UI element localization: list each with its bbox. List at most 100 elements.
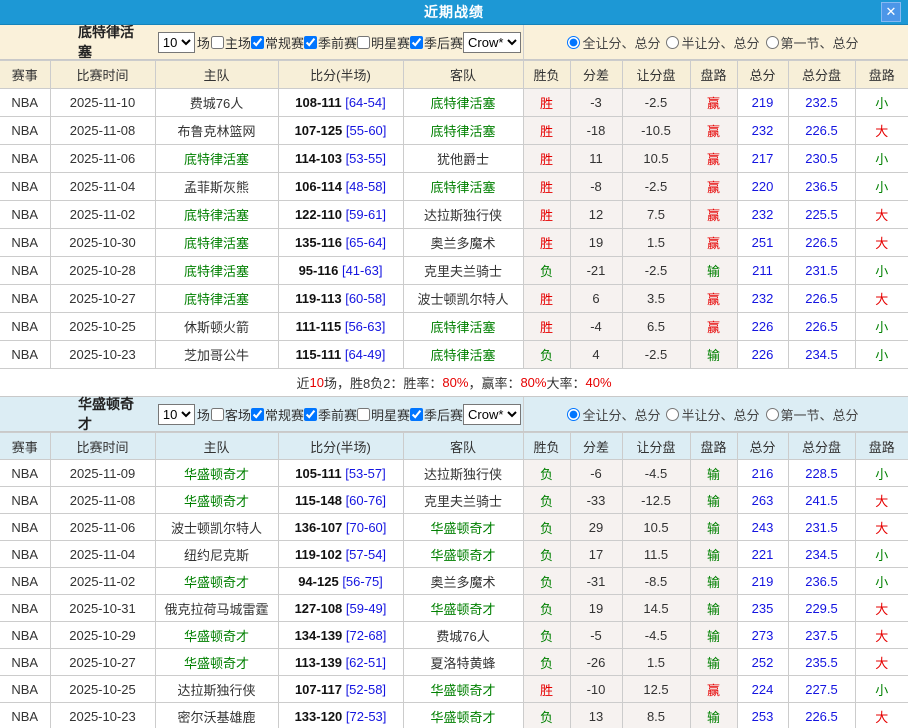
checkbox-input[interactable] [251,36,264,49]
date-cell: 2025-11-08 [50,117,155,145]
checkbox-label: 主场 [225,33,251,52]
checkbox-input[interactable] [304,36,317,49]
checkbox-input[interactable] [304,408,317,421]
checkbox-label: 常规赛 [265,33,304,52]
table-row: NBA2025-10-31俄克拉荷马城雷霆127-108 [59-49]华盛顿奇… [0,595,908,622]
radio-input[interactable] [567,36,580,49]
filter-checkbox-5[interactable]: 季后赛 [410,33,463,52]
filter-checkbox-5[interactable]: 季后赛 [410,405,463,424]
handicap-result-cell: 赢 [690,313,737,341]
checkbox-input[interactable] [410,36,423,49]
total-points-cell: 263 [737,487,788,514]
checkbox-input[interactable] [211,408,224,421]
checkbox-input[interactable] [357,408,370,421]
filter-checkbox-4[interactable]: 明星赛 [357,33,410,52]
date-cell: 2025-10-29 [50,622,155,649]
column-header: 比分(半场) [278,61,403,89]
radio-option-3[interactable]: 第一节、总分 [766,405,859,424]
league-cell: NBA [0,313,50,341]
column-header: 赛事 [0,61,50,89]
radio-option-2[interactable]: 半让分、总分 [666,33,759,52]
checkbox-input[interactable] [357,36,370,49]
column-header: 分差 [570,433,622,460]
home-team-cell: 底特律活塞 [155,145,278,173]
result-cell: 胜 [523,313,570,341]
filter-checkbox-1[interactable]: 主场 [211,33,251,52]
league-cell: NBA [0,595,50,622]
games-count-select[interactable]: 10 [158,404,195,425]
point-diff-cell: -3 [570,89,622,117]
radio-option-1[interactable]: 全让分、总分 [567,33,660,52]
radio-input[interactable] [666,408,679,421]
total-points-cell: 251 [737,229,788,257]
radio-option-2[interactable]: 半让分、总分 [666,405,759,424]
handicap-line-cell: -2.5 [622,89,690,117]
total-line-cell: 227.5 [788,676,855,703]
radio-input[interactable] [766,408,779,421]
checkbox-label: 季前赛 [318,33,357,52]
table-row: NBA2025-11-06波士顿凯尔特人136-107 [70-60]华盛顿奇才… [0,514,908,541]
summary-segment: 80% [442,375,468,390]
checkbox-label: 季后赛 [424,405,463,424]
total-line-cell: 231.5 [788,514,855,541]
score-cell: 133-120 [72-53] [278,703,403,728]
odds-company-select[interactable]: Crow* [463,32,521,53]
league-cell: NBA [0,201,50,229]
column-header: 主队 [155,433,278,460]
radio-option-1[interactable]: 全让分、总分 [567,405,660,424]
result-cell: 胜 [523,676,570,703]
result-cell: 负 [523,514,570,541]
total-line-cell: 237.5 [788,622,855,649]
results-table: 赛事比赛时间主队比分(半场)客队胜负分差让分盘盘路总分总分盘盘路NBA2025-… [0,60,908,369]
result-cell: 负 [523,649,570,676]
radio-label: 第一节、总分 [781,33,859,52]
radio-input[interactable] [666,36,679,49]
games-count-select[interactable]: 10 [158,32,195,53]
home-team-cell: 芝加哥公牛 [155,341,278,369]
checkbox-label: 季后赛 [424,33,463,52]
radio-input[interactable] [567,408,580,421]
filter-checkbox-3[interactable]: 季前赛 [304,405,357,424]
home-team-cell: 波士顿凯尔特人 [155,514,278,541]
league-cell: NBA [0,257,50,285]
team-name-label: 底特律活塞 [78,22,148,62]
radio-option-3[interactable]: 第一节、总分 [766,33,859,52]
home-team-cell: 纽约尼克斯 [155,541,278,568]
filter-checkbox-1[interactable]: 客场 [211,405,251,424]
filter-checkbox-4[interactable]: 明星赛 [357,405,410,424]
radio-input[interactable] [766,36,779,49]
point-diff-cell: -26 [570,649,622,676]
checkbox-input[interactable] [410,408,423,421]
table-row: NBA2025-11-04纽约尼克斯119-102 [57-54]华盛顿奇才负1… [0,541,908,568]
result-cell: 负 [523,622,570,649]
over-under-cell: 小 [855,460,908,487]
score-cell: 106-114 [48-58] [278,173,403,201]
score-cell: 115-111 [64-49] [278,341,403,369]
summary-segment: 10 [309,375,323,390]
home-team-cell: 底特律活塞 [155,229,278,257]
score-cell: 135-116 [65-64] [278,229,403,257]
point-diff-cell: -8 [570,173,622,201]
record-summary: 近 10 场，胜8负2：胜率：80%，赢率：80% 大率：40% [0,369,908,397]
over-under-cell: 小 [855,145,908,173]
checkbox-input[interactable] [251,408,264,421]
handicap-line-cell: 1.5 [622,229,690,257]
away-team-cell: 达拉斯独行侠 [403,460,523,487]
table-row: NBA2025-11-08华盛顿奇才115-148 [60-76]克里夫兰骑士负… [0,487,908,514]
close-button[interactable]: ✕ [881,2,901,22]
score-cell: 94-125 [56-75] [278,568,403,595]
league-cell: NBA [0,145,50,173]
odds-company-select[interactable]: Crow* [463,404,521,425]
filter-checkbox-2[interactable]: 常规赛 [251,33,304,52]
point-diff-cell: 29 [570,514,622,541]
filter-checkbox-2[interactable]: 常规赛 [251,405,304,424]
point-diff-cell: -6 [570,460,622,487]
away-team-cell: 波士顿凯尔特人 [403,285,523,313]
league-cell: NBA [0,568,50,595]
point-diff-cell: -21 [570,257,622,285]
league-cell: NBA [0,173,50,201]
filter-checkbox-3[interactable]: 季前赛 [304,33,357,52]
away-team-cell: 克里夫兰骑士 [403,487,523,514]
checkbox-input[interactable] [211,36,224,49]
league-cell: NBA [0,229,50,257]
